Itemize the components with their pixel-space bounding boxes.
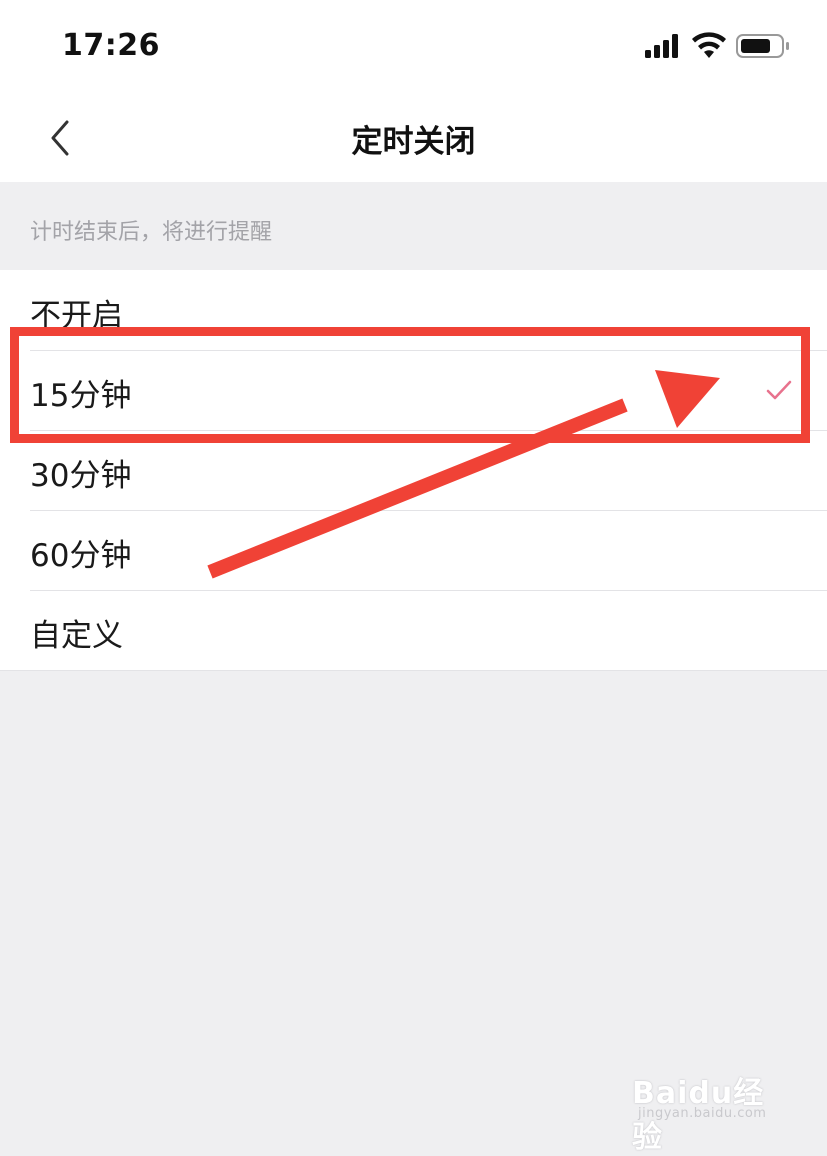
watermark: Baidu经验 jingyan.baidu.com (632, 1050, 792, 1155)
option-label: 不开启 (30, 298, 123, 334)
nav-bar: 定时关闭 (0, 90, 827, 182)
battery-icon (736, 34, 789, 58)
option-label: 自定义 (30, 618, 123, 654)
option-custom[interactable]: 自定义 (0, 590, 827, 670)
option-off[interactable]: 不开启 (0, 270, 827, 350)
signal-icon (645, 34, 678, 58)
status-icons (645, 30, 795, 64)
option-60-min[interactable]: 60分钟 (0, 510, 827, 590)
wifi-icon (692, 32, 726, 58)
hint-text: 计时结束后，将进行提醒 (30, 220, 273, 245)
option-label: 60分钟 (30, 538, 132, 574)
hint-section: 计时结束后，将进行提醒 (0, 182, 827, 270)
page-title: 定时关闭 (351, 124, 476, 160)
status-time: 17:26 (62, 28, 160, 63)
option-30-min[interactable]: 30分钟 (0, 430, 827, 510)
watermark-logo: Baidu经验 (632, 1076, 765, 1155)
option-15-min[interactable]: 15分钟 (0, 350, 827, 430)
watermark-url: jingyan.baidu.com (638, 1106, 767, 1121)
status-bar: 17:26 (0, 0, 827, 90)
check-icon (766, 380, 792, 400)
options-list: 不开启 15分钟 30分钟 60分钟 自定义 (0, 270, 827, 671)
option-label: 15分钟 (30, 378, 132, 414)
option-label: 30分钟 (30, 458, 132, 494)
